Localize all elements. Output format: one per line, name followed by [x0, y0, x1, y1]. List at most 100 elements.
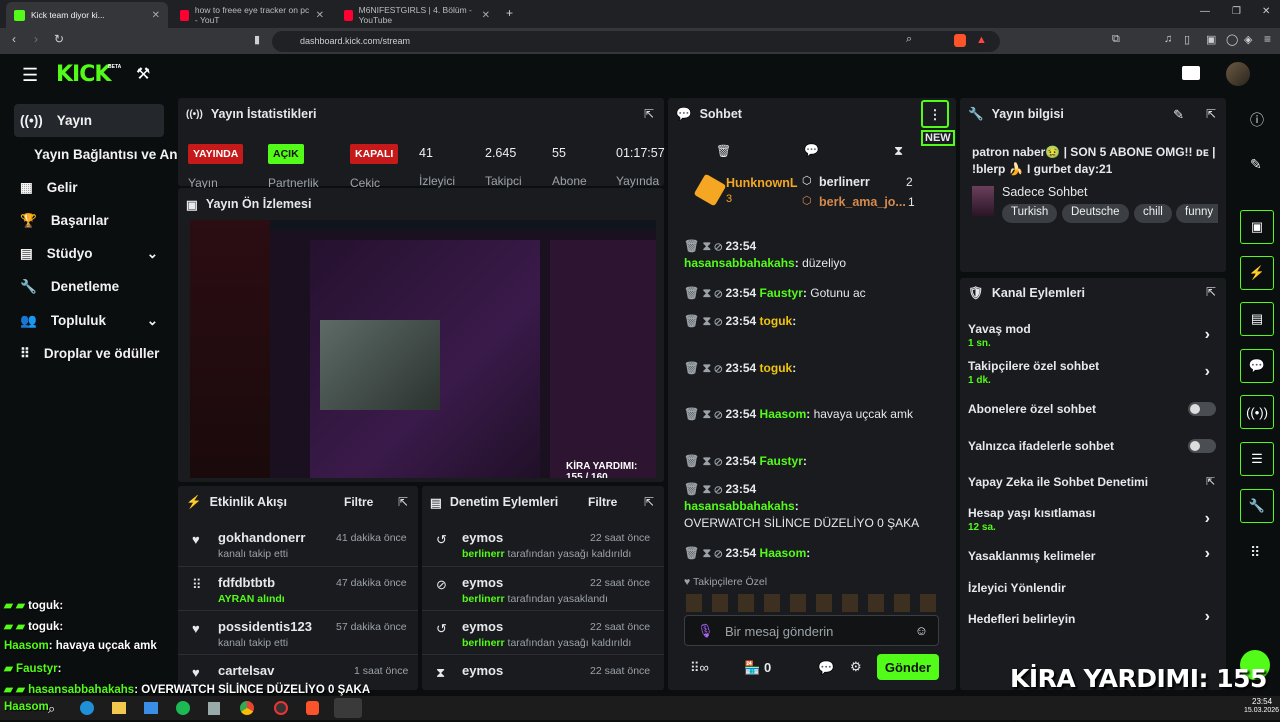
tab-youtube-1[interactable]: how to freee eye tracker on pc - YouT ✕ — [172, 2, 332, 28]
action-goals[interactable]: Hedefleri belirleyin › — [960, 608, 1226, 632]
brave-icon[interactable] — [306, 701, 319, 715]
edge-icon[interactable] — [80, 701, 94, 715]
store-app-icon[interactable] — [144, 702, 158, 714]
popout-icon[interactable]: ⇱ — [644, 107, 654, 121]
event-user[interactable]: fdfdbtbtb — [218, 575, 275, 590]
kick-studio-icon[interactable] — [1182, 66, 1200, 80]
rail-layout-button[interactable]: ☰ — [1240, 442, 1274, 476]
menu-icon[interactable]: ≡ — [1264, 32, 1271, 46]
trash-icon[interactable]: 🗑 ⧗ ⊘ — [684, 239, 722, 253]
tab-youtube-2[interactable]: M6NIFESTGIRLS | 4. Bölüm - YouTube ✕ — [336, 2, 498, 28]
emote-bar[interactable] — [686, 594, 942, 612]
rail-preview-button[interactable]: ▣ — [1240, 210, 1274, 244]
sidebar-toggle-icon[interactable]: ▯ — [1184, 33, 1190, 46]
leader-third-name[interactable]: berk_ama_jo... — [819, 195, 906, 209]
window-close-icon[interactable]: ✕ — [1262, 6, 1270, 17]
more-options-icon[interactable]: ⋮ — [921, 100, 949, 128]
chat-message[interactable]: 🗑 ⧗ ⊘ 23:54 hasansabbahakahs: OVERWATCH … — [684, 481, 954, 532]
close-icon[interactable]: ✕ — [482, 10, 490, 21]
action-subscribers-chat[interactable]: Abonelere özel sohbet — [960, 398, 1226, 422]
trash-icon[interactable]: 🗑 ⧗ ⊘ — [684, 546, 722, 560]
popout-icon[interactable]: ⇱ — [1206, 107, 1216, 121]
trash-icon[interactable]: 🗑 ⧗ ⊘ — [684, 407, 722, 421]
popout-icon[interactable]: ⇱ — [398, 495, 408, 509]
message-user[interactable]: hasansabbahakahs — [684, 499, 795, 513]
calculator-icon[interactable] — [208, 702, 220, 715]
obs-icon[interactable] — [274, 701, 288, 715]
rail-stream-button[interactable]: ((•)) — [1240, 395, 1274, 429]
chat-settings-icon[interactable]: 💬 — [818, 660, 834, 676]
mod-target-user[interactable]: berlinerr — [462, 637, 505, 649]
sidebar-item-denetleme[interactable]: 🔧 Denetleme — [14, 270, 164, 303]
filter-button[interactable]: Filtre — [588, 495, 617, 509]
message-user[interactable]: toguk — [760, 314, 793, 328]
chat-message[interactable]: 🗑 ⧗ ⊘ 23:54 Faustyr: — [684, 453, 954, 470]
message-user[interactable]: Faustyr — [760, 286, 803, 300]
rail-mod-button[interactable]: ▤ — [1240, 302, 1274, 336]
mod-target-user[interactable]: berlinerr — [462, 548, 505, 560]
chat-message[interactable]: 🗑 ⧗ ⊘ 23:54 Haasom: — [684, 545, 954, 562]
trash-icon[interactable]: 🗑 — [716, 144, 731, 158]
sidebar-item-droplar[interactable]: ⠿ Droplar ve ödüller — [14, 337, 176, 370]
sidebar-item-connection[interactable]: Yayın Bağlantısı ve Anah — [28, 138, 177, 171]
sidebar-item-yayin[interactable]: ((•)) Yayın — [14, 104, 164, 137]
drops-icon[interactable]: ⠿∞ — [690, 660, 709, 676]
explorer-icon[interactable] — [112, 702, 126, 714]
emoji-icon[interactable]: ☺ — [915, 623, 928, 638]
edit-icon[interactable]: ✎ — [1173, 107, 1184, 123]
spotify-icon[interactable] — [176, 701, 190, 715]
message-user[interactable]: Faustyr — [760, 454, 803, 468]
action-ai-moderation[interactable]: Yapay Zeka ile Sohbet Denetimi ⇱ — [960, 471, 1226, 495]
chat-input[interactable]: 🎙 Bir mesaj gönderin ☺ — [684, 615, 939, 646]
tag-chip[interactable]: Deutsche — [1062, 204, 1129, 223]
message-user[interactable]: toguk — [760, 361, 793, 375]
new-tab-icon[interactable]: + — [506, 6, 513, 20]
avatar[interactable] — [1226, 62, 1250, 86]
wallet-icon[interactable]: ▣ — [1206, 33, 1216, 46]
trash-icon[interactable]: 🗑 ⧗ ⊘ — [684, 286, 722, 300]
action-account-age[interactable]: Hesap yaşı kısıtlaması 12 sa. › — [960, 502, 1226, 538]
message-user[interactable]: Haasom — [760, 546, 807, 560]
edit-icon[interactable]: ✎ — [1250, 156, 1262, 173]
sidebar-item-gelir[interactable]: ▦ Gelir — [14, 171, 164, 204]
action-followers-chat[interactable]: Takipçilere özel sohbet 1 dk. › — [960, 355, 1226, 391]
emote-only-toggle[interactable] — [1188, 439, 1216, 453]
reload-icon[interactable]: ↻ — [54, 32, 64, 46]
bubble-icon[interactable]: 💬 — [804, 143, 819, 157]
mod-user[interactable]: eymos — [462, 530, 503, 545]
tag-chip[interactable]: funny — [1176, 204, 1218, 223]
media-icon[interactable]: ♫ — [1164, 33, 1172, 45]
action-host[interactable]: İzleyici Yönlendir — [960, 577, 1226, 601]
url-field[interactable]: dashboard.kick.com/stream — [272, 31, 1000, 52]
sidebar-item-basarilar[interactable]: 🏆 Başarılar — [14, 204, 164, 237]
action-emote-chat[interactable]: Yalnızca ifadelerle sohbet — [960, 435, 1226, 459]
drops-icon[interactable]: ⠿ — [1250, 544, 1260, 561]
chat-message[interactable]: 🗑 ⧗ ⊘ 23:54 hasansabbahakahs: düzeliyo — [684, 238, 954, 272]
sidebar-item-studyo[interactable]: ▤ Stüdyo ⌄ — [14, 237, 164, 270]
mod-target-user[interactable]: berlinerr — [462, 593, 505, 605]
rewards-icon[interactable]: ▲ — [976, 34, 987, 46]
popout-icon[interactable]: ⇱ — [644, 495, 654, 509]
mod-user[interactable]: eymos — [462, 575, 503, 590]
back-icon[interactable]: ‹ — [12, 32, 16, 46]
chrome-icon[interactable] — [240, 701, 254, 715]
trash-icon[interactable]: 🗑 ⧗ ⊘ — [684, 314, 722, 328]
gear-icon[interactable]: ⚙ — [850, 659, 862, 675]
tag-chip[interactable]: chill — [1134, 204, 1172, 223]
trash-icon[interactable]: 🗑 ⧗ ⊘ — [684, 361, 722, 375]
category-thumbnail[interactable] — [972, 186, 994, 216]
category-name[interactable]: Sadece Sohbet — [1002, 185, 1088, 199]
profile-icon[interactable]: ◯ — [1226, 33, 1238, 46]
stream-preview-video[interactable]: KİRA YARDIMI: 155 / 160 — [190, 220, 656, 478]
rail-events-button[interactable]: ⚡ — [1240, 256, 1274, 290]
popout-icon[interactable]: ⇱ — [1206, 285, 1216, 299]
mod-user[interactable]: eymos — [462, 663, 503, 678]
message-user[interactable]: hasansabbahakahs — [684, 256, 795, 270]
store-icon[interactable]: 🏪 — [744, 660, 760, 676]
active-window-icon[interactable] — [334, 698, 362, 718]
info-icon[interactable]: ⓘ — [1250, 110, 1264, 130]
restore-icon[interactable]: ❐ — [1232, 6, 1241, 17]
filter-button[interactable]: Filtre — [344, 495, 373, 509]
minimize-icon[interactable]: — — [1200, 6, 1210, 17]
leader-first-name[interactable]: HunknownL — [726, 176, 798, 190]
